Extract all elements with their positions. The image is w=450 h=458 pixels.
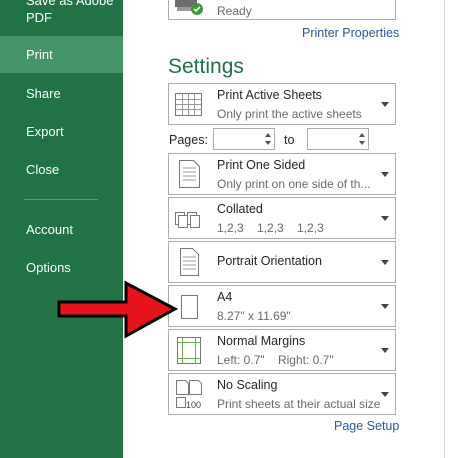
spin-down-icon[interactable] [359,141,365,145]
scaling-subtitle: Print sheets at their actual size [217,397,381,411]
orientation-title: Portrait Orientation [217,254,322,268]
page-setup-link[interactable]: Page Setup [334,419,399,433]
collated-pages-icon [173,202,205,234]
print-what-dropdown[interactable]: Print Active Sheets Only print the activ… [168,83,396,125]
sheets-grid-icon [173,88,205,120]
sidebar-item-label: Close [26,162,60,177]
spin-up-icon[interactable] [359,133,365,137]
pages-to-input[interactable] [307,128,369,150]
printer-icon [173,0,205,17]
collation-title: Collated [217,202,263,216]
settings-heading: Settings [168,55,244,78]
margins-title: Normal Margins [217,334,306,348]
pages-label: Pages: [169,133,208,147]
printer-status: Ready [217,4,252,18]
chevron-down-icon [381,348,389,353]
sidebar-item-label: Save as Adobe [26,0,114,8]
sidebar-item-print[interactable]: Print [0,36,123,73]
sidebar-item-label: Export [26,124,64,139]
sidebar-item-save-as-adobe-pdf[interactable]: Save as Adobe PDF [0,0,123,30]
sidebar-item-label: Print [26,47,53,62]
margins-subtitle: Left: 0.7" Right: 0.7" [217,353,334,367]
print-what-title: Print Active Sheets [217,88,322,102]
margins-dropdown[interactable]: Normal Margins Left: 0.7" Right: 0.7" [168,329,396,371]
sides-title: Print One Sided [217,158,306,172]
panel-divider [444,0,445,458]
sidebar-item-label: Account [26,222,73,237]
one-sided-page-icon [173,158,205,190]
portrait-page-icon [173,246,205,278]
scaling-icon-text: 100 [186,400,202,410]
sidebar-item-label: Options [26,260,71,275]
red-arrow-icon [56,278,179,342]
chevron-down-icon [381,392,389,397]
sidebar-item-close[interactable]: Close [0,159,123,181]
spin-down-icon[interactable] [265,141,271,145]
print-what-subtitle: Only print the active sheets [217,107,362,121]
collation-dropdown[interactable]: Collated 1,2,3 1,2,3 1,2,3 [168,197,396,239]
printer-selector[interactable]: Ready [168,0,396,20]
sides-subtitle: Only print on one side of th... [217,177,371,191]
sidebar-item-options[interactable]: Options [0,257,123,279]
orientation-dropdown[interactable]: Portrait Orientation [168,241,396,283]
sidebar-item-label: Share [26,86,61,101]
no-scaling-icon: 100 [173,378,205,410]
sidebar-item-account[interactable]: Account [0,219,123,241]
paper-size-subtitle: 8.27" x 11.69" [217,309,291,323]
backstage-sidebar: Save as Adobe PDF Print Share Export Clo… [0,0,123,458]
pages-to-label: to [284,133,295,147]
chevron-down-icon [381,172,389,177]
sidebar-item-label: PDF [26,10,52,25]
sides-dropdown[interactable]: Print One Sided Only print on one side o… [168,153,396,195]
sidebar-divider [24,199,98,200]
scaling-title: No Scaling [217,378,278,392]
chevron-down-icon [381,260,389,265]
paper-size-dropdown[interactable]: A4 8.27" x 11.69" [168,285,396,327]
spin-up-icon[interactable] [265,133,271,137]
collation-subtitle: 1,2,3 1,2,3 1,2,3 [217,221,324,235]
chevron-down-icon [381,304,389,309]
sidebar-item-export[interactable]: Export [0,121,123,143]
chevron-down-icon [381,102,389,107]
chevron-down-icon [381,216,389,221]
pages-from-input[interactable] [213,128,275,150]
printer-properties-link[interactable]: Printer Properties [302,26,399,40]
paper-size-title: A4 [217,290,233,304]
scaling-dropdown[interactable]: 100 No Scaling Print sheets at their act… [168,373,396,415]
sidebar-item-share[interactable]: Share [0,83,123,105]
